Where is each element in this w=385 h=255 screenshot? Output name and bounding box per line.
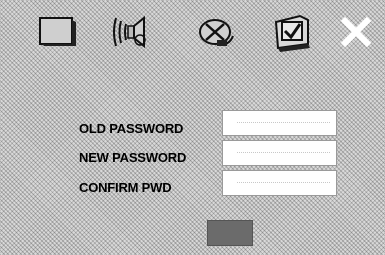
setup-toolbar [0,0,385,66]
preference-setup-icon [274,14,310,52]
ok-button[interactable] [207,220,253,246]
audio-setup-icon [113,15,146,49]
confirm-password-label: CONFIRM PWD [79,180,172,195]
password-panel: OLD PASSWORD NEW PASSWORD CONFIRM PWD [0,66,385,200]
setup-screen: OLD PASSWORD NEW PASSWORD CONFIRM PWD [0,0,385,255]
preference-setup-button[interactable] [270,10,314,54]
new-password-field[interactable] [222,140,337,166]
video-setup-icon [199,19,234,46]
close-icon [340,16,372,48]
general-setup-button[interactable] [36,10,80,54]
audio-setup-button[interactable] [108,10,152,54]
old-password-label: OLD PASSWORD [79,121,184,136]
bottom-bar [0,207,385,255]
new-password-label: NEW PASSWORD [79,150,187,165]
confirm-password-field[interactable] [222,170,337,196]
close-button[interactable] [334,10,378,54]
video-setup-button[interactable] [193,10,237,54]
old-password-field[interactable] [222,110,337,136]
general-setup-icon [39,17,76,46]
